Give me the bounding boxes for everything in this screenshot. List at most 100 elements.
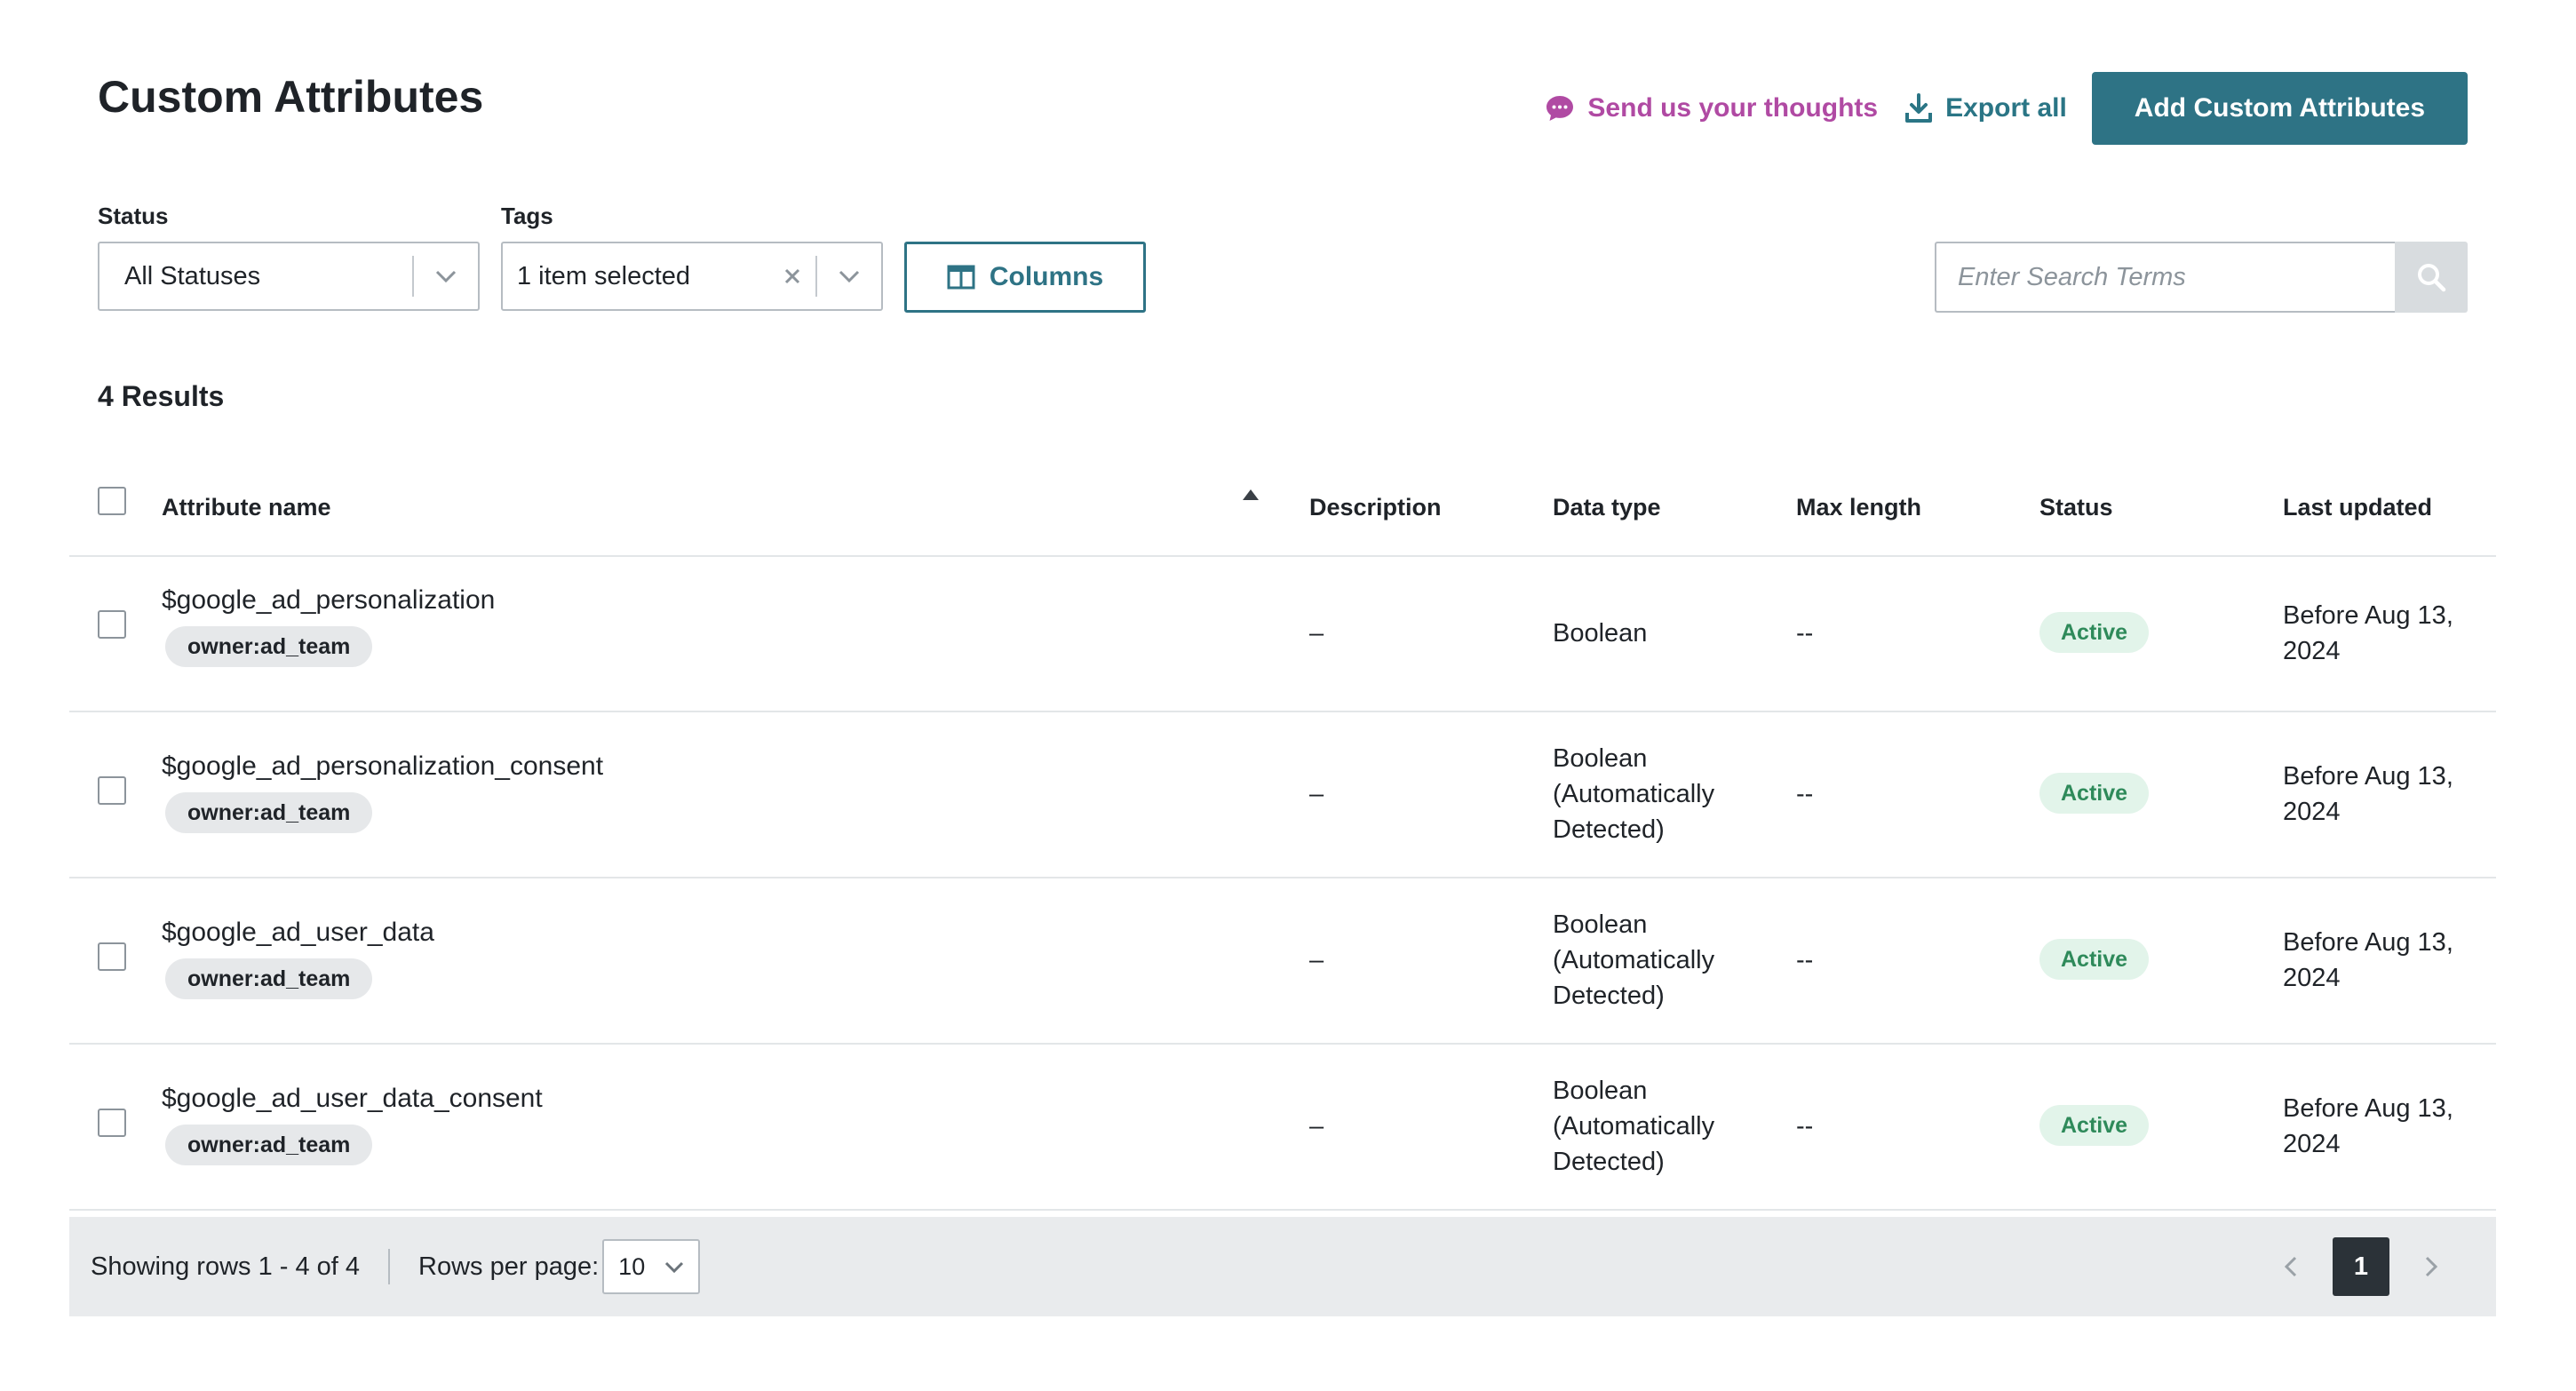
tag-pill: owner:ad_team xyxy=(165,958,373,999)
attribute-name[interactable]: $google_ad_personalization_consent xyxy=(162,751,603,782)
data-type-line: Boolean xyxy=(1553,619,1648,648)
tags-select[interactable]: 1 item selected xyxy=(501,242,883,311)
columns-button[interactable]: Columns xyxy=(904,242,1146,313)
data-type-line: (Automatically xyxy=(1553,780,1715,808)
export-all-label: Export all xyxy=(1945,93,2067,123)
select-all-checkbox[interactable] xyxy=(98,487,126,515)
rows-per-page-label: Rows per page: xyxy=(418,1252,600,1281)
row-checkbox[interactable] xyxy=(98,1109,126,1137)
download-icon xyxy=(1905,93,1933,123)
data-type-line: Detected) xyxy=(1553,815,1665,844)
data-type-cell: Boolean (Automatically Detected) xyxy=(1553,1073,1714,1180)
feedback-link[interactable]: Send us your thoughts xyxy=(1545,93,1878,123)
table-row: $google_ad_personalization owner:ad_team… xyxy=(69,557,2496,712)
table-header: Attribute name Description Data type Max… xyxy=(69,462,2496,557)
data-type-line: Boolean xyxy=(1553,744,1648,773)
footer-divider xyxy=(388,1249,391,1284)
description-cell: – xyxy=(1309,1112,1324,1141)
row-checkbox[interactable] xyxy=(98,610,126,639)
search-button[interactable] xyxy=(2395,242,2468,313)
row-checkbox[interactable] xyxy=(98,776,126,805)
tags-select-value: 1 item selected xyxy=(517,261,691,290)
feedback-label: Send us your thoughts xyxy=(1587,93,1879,123)
chevron-down-icon xyxy=(665,1261,684,1273)
last-updated-line: Before Aug 13, xyxy=(2283,1094,2453,1123)
speech-bubble-icon xyxy=(1546,96,1574,121)
last-updated-line: 2024 xyxy=(2283,964,2341,992)
showing-rows-text: Showing rows 1 - 4 of 4 xyxy=(91,1252,361,1281)
last-updated-line: Before Aug 13, xyxy=(2283,762,2453,791)
last-updated-cell: Before Aug 13, 2024 xyxy=(2283,925,2453,996)
column-header-status[interactable]: Status xyxy=(2039,494,2113,521)
table-row: $google_ad_personalization_consent owner… xyxy=(69,712,2496,878)
rows-per-page-select[interactable]: 10 xyxy=(602,1239,701,1294)
column-header-data-type[interactable]: Data type xyxy=(1553,494,1661,521)
data-type-cell: Boolean (Automatically Detected) xyxy=(1553,741,1714,847)
results-count: 4 Results xyxy=(98,380,225,412)
data-type-cell: Boolean xyxy=(1553,616,1647,651)
columns-icon xyxy=(947,265,975,290)
table-row: $google_ad_user_data owner:ad_team – Boo… xyxy=(69,878,2496,1045)
clear-icon[interactable] xyxy=(775,267,810,285)
data-type-line: Boolean xyxy=(1553,1077,1648,1105)
search-icon xyxy=(2418,264,2446,292)
data-type-cell: Boolean (Automatically Detected) xyxy=(1553,907,1714,1013)
sort-ascending-icon[interactable] xyxy=(1242,489,1260,501)
chevron-down-icon[interactable] xyxy=(817,270,881,282)
status-badge: Active xyxy=(2039,939,2150,980)
max-length-cell: -- xyxy=(1796,1112,1814,1141)
chevron-right-icon xyxy=(2425,1256,2437,1277)
last-updated-cell: Before Aug 13, 2024 xyxy=(2283,598,2453,669)
attributes-table: Attribute name Description Data type Max… xyxy=(69,462,2496,1211)
page-number-current[interactable]: 1 xyxy=(2333,1237,2389,1296)
column-header-attribute-name[interactable]: Attribute name xyxy=(162,494,331,521)
data-type-line: Boolean xyxy=(1553,910,1648,939)
attribute-name[interactable]: $google_ad_personalization xyxy=(162,585,495,616)
tag-pill: owner:ad_team xyxy=(165,1125,373,1165)
description-cell: – xyxy=(1309,946,1324,974)
data-type-line: Detected) xyxy=(1553,1148,1665,1176)
table-footer: Showing rows 1 - 4 of 4 Rows per page: 1… xyxy=(69,1217,2496,1316)
last-updated-cell: Before Aug 13, 2024 xyxy=(2283,759,2453,830)
max-length-cell: -- xyxy=(1796,619,1814,648)
last-updated-cell: Before Aug 13, 2024 xyxy=(2283,1091,2453,1162)
rows-per-page-value: 10 xyxy=(618,1252,646,1280)
last-updated-line: Before Aug 13, xyxy=(2283,601,2453,630)
row-checkbox[interactable] xyxy=(98,942,126,971)
search-input[interactable] xyxy=(1935,242,2395,313)
last-updated-line: Before Aug 13, xyxy=(2283,928,2453,957)
tag-pill: owner:ad_team xyxy=(165,792,373,833)
table-row: $google_ad_user_data_consent owner:ad_te… xyxy=(69,1045,2496,1211)
next-page-button[interactable] xyxy=(2402,1237,2461,1296)
column-header-max-length[interactable]: Max length xyxy=(1796,494,1921,521)
pagination: 1 xyxy=(2262,1237,2461,1296)
previous-page-button[interactable] xyxy=(2262,1237,2320,1296)
column-header-description[interactable]: Description xyxy=(1309,494,1442,521)
last-updated-line: 2024 xyxy=(2283,798,2341,826)
tags-filter-label: Tags xyxy=(501,203,553,229)
status-select-value: All Statuses xyxy=(124,261,261,290)
status-badge: Active xyxy=(2039,1105,2150,1146)
last-updated-line: 2024 xyxy=(2283,1130,2341,1158)
status-filter-label: Status xyxy=(98,203,169,229)
chevron-down-icon[interactable] xyxy=(414,270,478,282)
column-header-last-updated[interactable]: Last updated xyxy=(2283,494,2432,521)
description-cell: – xyxy=(1309,780,1324,808)
columns-label: Columns xyxy=(989,262,1104,291)
data-type-line: (Automatically xyxy=(1553,946,1715,974)
add-custom-attributes-button[interactable]: Add Custom Attributes xyxy=(2091,72,2468,145)
max-length-cell: -- xyxy=(1796,946,1814,974)
export-all-link[interactable]: Export all xyxy=(1904,93,2067,123)
status-badge: Active xyxy=(2039,773,2150,814)
page-title: Custom Attributes xyxy=(98,72,484,122)
chevron-left-icon xyxy=(2285,1256,2297,1277)
last-updated-line: 2024 xyxy=(2283,637,2341,665)
attribute-name[interactable]: $google_ad_user_data_consent xyxy=(162,1084,543,1114)
header-actions: Send us your thoughts Export all Add Cus… xyxy=(1545,72,2468,145)
attribute-name[interactable]: $google_ad_user_data xyxy=(162,918,434,948)
status-badge: Active xyxy=(2039,612,2150,653)
data-type-line: (Automatically xyxy=(1553,1112,1715,1141)
search-bar xyxy=(1935,242,2468,313)
status-select[interactable]: All Statuses xyxy=(98,242,480,311)
tag-pill: owner:ad_team xyxy=(165,626,373,667)
